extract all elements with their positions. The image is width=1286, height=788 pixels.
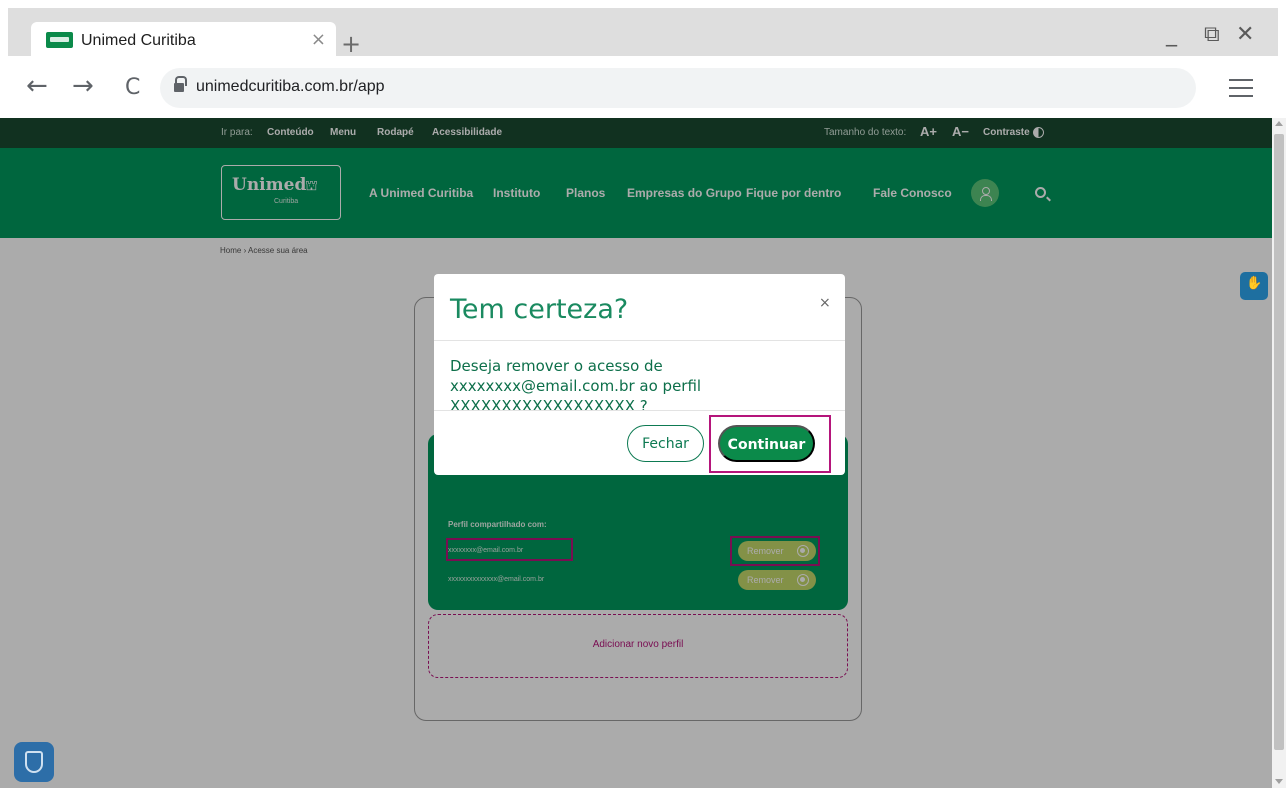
minimize-button[interactable]: _	[1166, 23, 1177, 47]
reload-icon[interactable]: C	[125, 75, 140, 101]
page-viewport: Ir para: Conteúdo Menu Rodapé Acessibili…	[0, 118, 1272, 788]
dialog-message: Deseja remover o acesso de xxxxxxxx@emai…	[450, 357, 702, 415]
scroll-down-icon[interactable]	[1275, 779, 1283, 784]
privacy-shield-button[interactable]	[14, 742, 54, 782]
tab-title: Unimed Curitiba	[81, 32, 196, 49]
address-bar-row: ← → C unimedcuritiba.com.br/app	[0, 56, 1286, 118]
shield-icon	[25, 751, 43, 773]
confirm-dialog: Tem certeza? × Deseja remover o acesso d…	[434, 274, 845, 475]
tab-close-icon[interactable]: ×	[311, 30, 326, 50]
tab-strip: Unimed Curitiba × + _ ⧉ ✕	[8, 8, 1278, 64]
scroll-up-icon[interactable]	[1275, 121, 1283, 126]
page-scrollbar[interactable]	[1272, 118, 1286, 788]
browser-chrome: Unimed Curitiba × + _ ⧉ ✕ ← → C unimedcu…	[0, 0, 1286, 118]
window-close-button[interactable]: ✕	[1236, 23, 1254, 47]
dialog-divider-top	[434, 340, 845, 341]
browser-menu-icon[interactable]	[1229, 79, 1253, 97]
close-button[interactable]: Fechar	[627, 425, 704, 462]
scroll-thumb[interactable]	[1274, 134, 1284, 750]
lock-icon[interactable]	[174, 76, 187, 93]
dialog-title: Tem certeza?	[450, 294, 629, 325]
dialog-close-icon[interactable]: ×	[819, 296, 831, 310]
address-bar[interactable]: unimedcuritiba.com.br/app	[160, 68, 1196, 108]
sign-language-icon[interactable]	[1240, 272, 1268, 300]
unimed-favicon-icon	[46, 32, 73, 48]
continue-highlight-box	[709, 415, 831, 473]
dialog-divider-bottom	[434, 410, 845, 411]
url-text[interactable]: unimedcuritiba.com.br/app	[196, 78, 385, 96]
restore-button[interactable]: ⧉	[1204, 23, 1220, 47]
new-tab-button[interactable]: +	[341, 32, 361, 56]
forward-arrow-icon[interactable]: →	[72, 73, 94, 99]
back-arrow-icon[interactable]: ←	[26, 73, 48, 99]
